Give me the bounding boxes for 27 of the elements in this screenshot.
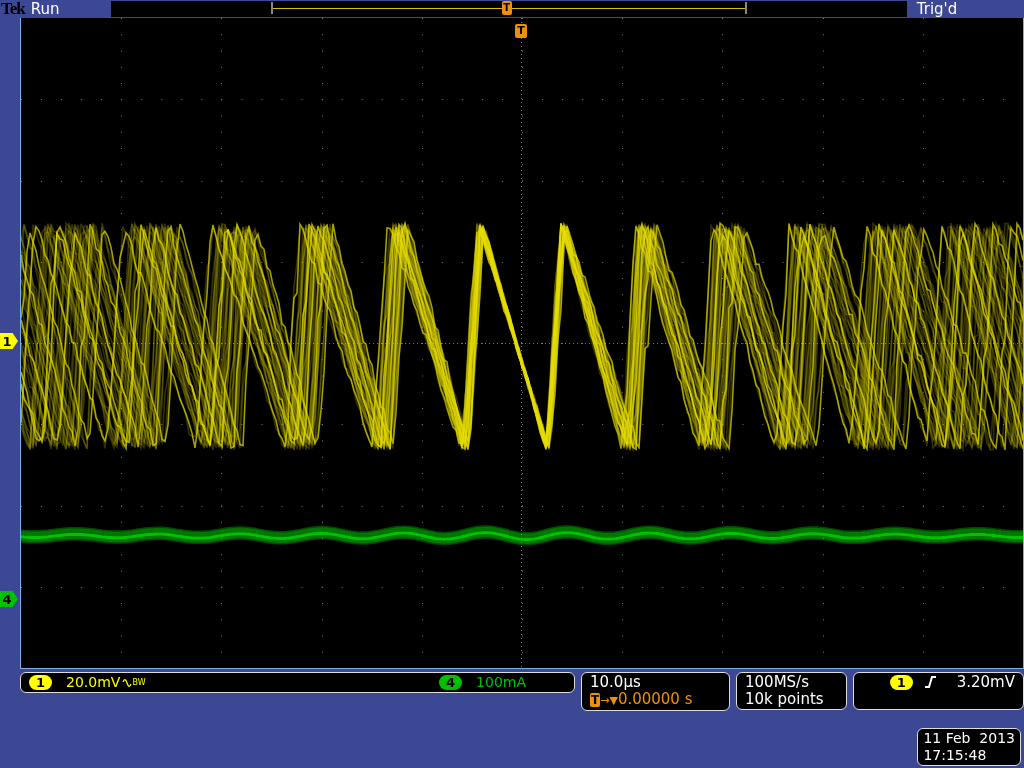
- record-length: 10k points: [745, 691, 825, 708]
- acquisition-readout[interactable]: 100MS/s 10k points: [736, 672, 847, 710]
- channel-marker[interactable]: 1: [0, 333, 18, 349]
- trigger-level: 3.20mV: [956, 674, 1015, 691]
- trigger-position-marker: T: [515, 24, 527, 38]
- horizontal-readout[interactable]: 10.0µs T→▼0.00000 s: [581, 672, 730, 711]
- record-trigger-marker: T: [501, 1, 512, 15]
- delay-trigger-badge: T: [590, 693, 601, 707]
- channel-badge: 4: [439, 675, 463, 690]
- acquisition-state: Run: [30, 0, 61, 18]
- time-text: 17:15:48: [923, 747, 987, 764]
- channel-badge: 1: [29, 675, 53, 690]
- vertical-readout[interactable]: 1 20.0mV $^{BW}$ 4 100mA: [20, 672, 575, 693]
- delay-arrow: →▼: [600, 694, 618, 707]
- trigger-source-badge: 1: [889, 675, 913, 690]
- sample-rate: 100MS/s: [745, 674, 810, 691]
- channel-marker[interactable]: 4: [0, 591, 18, 607]
- bandwidth-wave-icon: [122, 677, 133, 688]
- channel-scale: 100mA: [476, 674, 526, 691]
- bandwidth-limit-label: BW: [132, 677, 146, 689]
- brand-logo: Tek: [1, 0, 25, 19]
- trigger-readout[interactable]: 1 3.20mV: [853, 672, 1024, 710]
- date-text: 11 Feb 2013: [923, 730, 1015, 747]
- delay-value: 0.00000 s: [617, 690, 693, 708]
- channel-scale: 20.0mV: [66, 674, 121, 691]
- trigger-status: Trig'd: [916, 0, 958, 18]
- time-scale: 10.0µs: [590, 674, 642, 691]
